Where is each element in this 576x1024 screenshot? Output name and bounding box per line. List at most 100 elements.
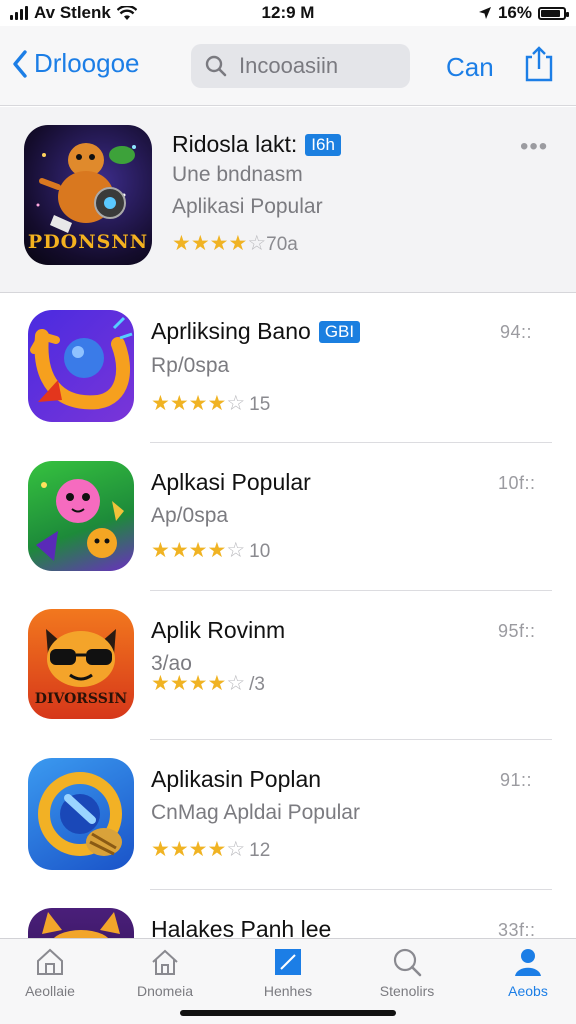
featured-app-icon[interactable]: PDONSNN <box>24 125 152 265</box>
tab-label: Aeollaie <box>25 983 75 999</box>
star-icon: ★ <box>207 392 227 415</box>
star-icon: ★ <box>169 672 189 695</box>
app-title-text: Aprliksing Bano <box>151 318 311 344</box>
rating-count: /3 <box>249 673 265 695</box>
battery-percent: 16% <box>497 3 532 22</box>
featured-icon-wordmark: PDONSNN <box>27 231 149 253</box>
star-icon: ☆ <box>226 392 246 415</box>
star-icon: ★ <box>188 672 208 695</box>
tab-label: Stenolirs <box>379 983 435 999</box>
app-meta: 10f:: <box>498 473 536 493</box>
app-stars: ★★★★☆ <box>151 839 245 862</box>
ring-hand-icon[interactable] <box>28 758 134 870</box>
battery-fill <box>541 9 560 17</box>
app-rating: ★★★★☆ 10 <box>151 540 270 563</box>
creature-artwork <box>36 479 124 561</box>
tab-home[interactable]: Aeollaie <box>0 947 100 999</box>
star-icon: ☆ <box>226 838 246 861</box>
search-input[interactable]: Incooasiin <box>191 44 410 88</box>
icon-wordmark: DIVORSSIN <box>34 691 128 707</box>
star-icon: ☆ <box>226 539 246 562</box>
featured-rating: ★★★★☆ 70a <box>172 233 298 256</box>
orbit-artwork <box>30 316 133 410</box>
signal-icon <box>10 6 28 20</box>
navigation-bar: Drloogoe Incooasiin Can <box>0 26 576 106</box>
app-title: Aplik Rovinm <box>151 617 286 643</box>
tab-search[interactable]: Stenolirs <box>357 947 457 999</box>
rating-count: 12 <box>249 839 271 861</box>
star-icon: ★ <box>207 838 227 861</box>
star-icon: ★ <box>207 539 227 562</box>
tab-discover[interactable]: Dnomeia <box>115 947 215 999</box>
search-icon <box>205 55 227 77</box>
rating-count: 10 <box>249 540 271 562</box>
star-icon: ★ <box>169 838 189 861</box>
list-item[interactable]: Halakes Panh lee 33f:: <box>0 890 576 938</box>
status-right: 16% <box>478 3 569 23</box>
status-left: Av Stlenk <box>10 3 137 23</box>
app-subtitle: Rp/0spa <box>151 354 230 377</box>
home-icon <box>37 948 63 975</box>
location-arrow-icon <box>478 7 491 19</box>
back-label: Drloogoe <box>34 48 140 78</box>
star-icon: ★ <box>151 392 170 415</box>
app-stars: ★★★★☆ <box>151 540 245 563</box>
featured-title-text: Ridosla lakt: <box>172 131 298 157</box>
app-badge: GBI <box>318 321 361 343</box>
wifi-icon <box>116 5 137 20</box>
star-icon: ★ <box>209 232 229 255</box>
carrier-label: Av Stlenk <box>34 3 111 22</box>
star-icon: ★ <box>169 392 189 415</box>
star-icon: ★ <box>151 838 170 861</box>
purple-cat-icon[interactable] <box>28 908 134 938</box>
star-icon: ★ <box>188 539 208 562</box>
app-meta: 95f:: <box>498 621 536 641</box>
featured-subtitle-2: Aplikasi Popular <box>172 195 323 218</box>
tab-account[interactable]: Aeobs <box>478 947 576 999</box>
featured-result[interactable]: PDONSNN Ridosla lakt: I6h Une bndnasm Apl… <box>0 107 576 293</box>
star-icon: ☆ <box>226 672 246 695</box>
search-icon <box>393 948 422 977</box>
star-icon: ★ <box>172 232 191 255</box>
search-placeholder: Incooasiin <box>239 53 339 78</box>
list-item[interactable]: Aplikasin Poplan CnMag Apldai Popular ★★… <box>0 740 576 888</box>
tab-label: Dnomeia <box>136 983 194 999</box>
rating-count: 15 <box>249 393 271 415</box>
creature-icon[interactable] <box>28 461 134 571</box>
app-title: Halakes Panh lee <box>151 916 332 938</box>
chevron-left-icon <box>13 49 27 78</box>
list-item[interactable]: DIVORSSIN Aplik Rovinm 3/ao ★★★★☆ /3 95f… <box>0 591 576 739</box>
app-rating: ★★★★☆ 12 <box>151 839 270 862</box>
app-rating: ★★★★☆ /3 <box>151 673 265 696</box>
more-options-button[interactable]: ••• <box>520 133 548 161</box>
app-title: Aplkasi Popular <box>151 469 311 495</box>
app-subtitle: CnMag Apldai Popular <box>151 801 360 824</box>
home-indicator <box>180 1010 396 1016</box>
home-outline-icon <box>152 949 178 975</box>
app-title: Aplikasin Poplan <box>151 766 322 792</box>
app-title: Aprliksing Bano GBI <box>151 318 361 345</box>
app-meta: 33f:: <box>498 920 536 938</box>
status-time: 12:9 M <box>261 3 315 22</box>
purple-cat-artwork <box>42 912 120 938</box>
featured-app-title: Ridosla lakt: I6h <box>172 131 341 158</box>
orbit-icon[interactable] <box>28 310 134 422</box>
app-meta: 91:: <box>500 770 533 790</box>
list-item[interactable]: Aprliksing Bano GBI Rp/0spa ★★★★☆ 15 94:: <box>0 292 576 440</box>
star-icon: ★ <box>151 672 170 695</box>
star-icon: ☆ <box>247 232 267 255</box>
cancel-button[interactable]: Can <box>446 52 494 83</box>
pencil-square-icon <box>275 949 301 975</box>
cat-sunglasses-icon[interactable]: DIVORSSIN <box>28 609 134 719</box>
battery-icon <box>538 6 569 20</box>
list-item[interactable]: Aplkasi Popular Ap/0spa ★★★★☆ 10 10f:: <box>0 443 576 591</box>
featured-stars: ★★★★☆ <box>172 233 266 256</box>
app-meta: 94:: <box>500 322 533 342</box>
tab-label: Aeobs <box>508 983 548 999</box>
tab-updates[interactable]: Henhes <box>238 947 338 999</box>
share-icon[interactable] <box>523 45 555 83</box>
back-button[interactable]: Drloogoe <box>12 48 140 79</box>
star-icon: ★ <box>188 392 208 415</box>
star-icon: ★ <box>190 232 210 255</box>
star-icon: ★ <box>207 672 227 695</box>
